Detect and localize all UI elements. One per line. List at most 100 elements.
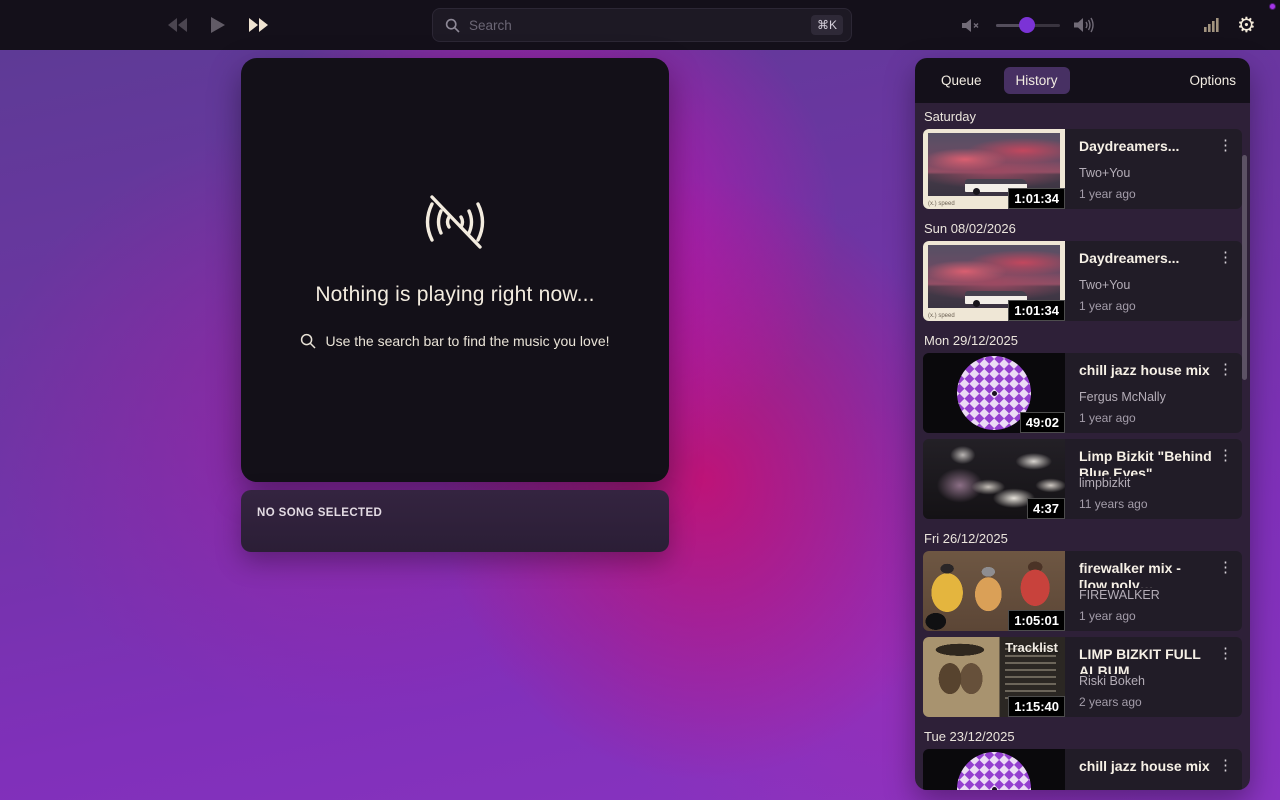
empty-state-title: Nothing is playing right now...: [315, 283, 594, 307]
empty-state-hint: Use the search bar to find the music you…: [300, 333, 609, 349]
play-icon: [211, 17, 225, 33]
rewind-icon: [168, 18, 187, 32]
tab-queue[interactable]: Queue: [929, 67, 994, 94]
history-item[interactable]: 4:37 Limp Bizkit "Behind Blue Eyes" limp…: [923, 439, 1242, 519]
group-items: 1:05:01 firewalker mix - [low poly atmos…: [923, 551, 1242, 717]
duration-badge: 49:02: [1020, 412, 1065, 433]
thumbnail-art: [957, 752, 1031, 790]
volume-controls: [962, 0, 1095, 50]
thumbnail-overlay-text: Tracklist: [1005, 640, 1058, 655]
mute-button[interactable]: [962, 18, 982, 33]
search-bar[interactable]: ⌘K: [432, 8, 852, 42]
search-icon: [445, 18, 460, 33]
fast-forward-icon: [249, 18, 268, 32]
item-age: 1 year ago: [1079, 411, 1212, 425]
item-artist: Two+You: [1079, 278, 1212, 292]
duration-badge: 1:15:40: [1008, 696, 1065, 717]
item-meta: Daydreamers... Two+You 1 year ago ⋮: [1065, 129, 1242, 209]
history-item[interactable]: 49:02 chill jazz house mix Fergus McNall…: [923, 353, 1242, 433]
item-meta: chill jazz house mix Fergus McNally 1 ye…: [1065, 353, 1242, 433]
top-bar: ⌘K ⚙: [0, 0, 1280, 50]
options-button[interactable]: Options: [1189, 73, 1236, 88]
settings-button[interactable]: ⚙: [1237, 15, 1256, 36]
item-age: 1 year ago: [1079, 187, 1212, 201]
equalizer-button[interactable]: [1204, 18, 1219, 32]
volume-slider[interactable]: [996, 17, 1060, 33]
search-input[interactable]: [469, 18, 811, 33]
thumbnail: 4:37: [923, 439, 1065, 519]
scrollbar-thumb[interactable]: [1242, 155, 1247, 380]
item-menu-button[interactable]: ⋮: [1218, 758, 1233, 773]
thumbnail-caption: (x.) speed: [928, 201, 955, 207]
play-button[interactable]: [211, 17, 225, 33]
group-items: 49:02 chill jazz house mix Fergus McNall…: [923, 353, 1242, 519]
item-menu-button[interactable]: ⋮: [1218, 646, 1233, 661]
item-title: chill jazz house mix: [1079, 758, 1212, 775]
thumbnail: [923, 749, 1065, 790]
item-title: Daydreamers...: [1079, 138, 1212, 155]
history-item[interactable]: Tracklist 1:15:40 LIMP BIZKIT FULL ALBUM…: [923, 637, 1242, 717]
history-item[interactable]: 1:05:01 firewalker mix - [low poly atmos…: [923, 551, 1242, 631]
now-playing-card: Nothing is playing right now... Use the …: [241, 58, 669, 482]
search-hint-icon: [300, 333, 316, 349]
next-button[interactable]: [249, 18, 268, 32]
date-header: Fri 26/12/2025: [923, 525, 1242, 551]
group-items: (x.) speed 1:01:34 Daydreamers... Two+Yo…: [923, 241, 1242, 321]
empty-state-hint-text: Use the search bar to find the music you…: [325, 333, 609, 349]
queue-history-panel: Queue History Options Saturday (x.) spee…: [915, 58, 1250, 790]
equalizer-bars-icon: [1204, 18, 1219, 32]
history-item[interactable]: (x.) speed 1:01:34 Daydreamers... Two+Yo…: [923, 129, 1242, 209]
search-shortcut-badge: ⌘K: [811, 15, 843, 35]
history-group: Saturday (x.) speed 1:01:34 Daydreamers.…: [923, 103, 1242, 209]
thumbnail: 49:02: [923, 353, 1065, 433]
volume-slider-thumb[interactable]: [1019, 17, 1035, 33]
no-audio-icon: [418, 191, 492, 253]
topbar-right-controls: ⚙: [1204, 0, 1256, 50]
thumbnail: 1:05:01: [923, 551, 1065, 631]
no-song-selected-bar: NO SONG SELECTED: [241, 490, 669, 552]
thumbnail: (x.) speed 1:01:34: [923, 129, 1065, 209]
volume-loud-icon: [1074, 17, 1095, 33]
date-header: Sun 08/02/2026: [923, 215, 1242, 241]
transport-controls: [168, 0, 268, 50]
item-title: firewalker mix - [low poly atmospheric d…: [1079, 560, 1212, 588]
date-header: Mon 29/12/2025: [923, 327, 1242, 353]
item-meta: LIMP BIZKIT FULL ALBUM Riski Bokeh 2 yea…: [1065, 637, 1242, 717]
history-group: Sun 08/02/2026 (x.) speed 1:01:34 Daydre…: [923, 215, 1242, 321]
tab-history[interactable]: History: [1004, 67, 1070, 94]
history-item[interactable]: chill jazz house mix Fergus McNally ⋮: [923, 749, 1242, 790]
item-title: Limp Bizkit "Behind Blue Eyes": [1079, 448, 1212, 476]
volume-max-button[interactable]: [1074, 17, 1095, 33]
duration-badge: 1:01:34: [1008, 300, 1065, 321]
item-title: LIMP BIZKIT FULL ALBUM: [1079, 646, 1212, 674]
thumbnail: (x.) speed 1:01:34: [923, 241, 1065, 321]
previous-button[interactable]: [168, 18, 187, 32]
notification-dot: [1269, 3, 1276, 10]
gear-icon: ⚙: [1237, 15, 1256, 36]
group-items: (x.) speed 1:01:34 Daydreamers... Two+Yo…: [923, 129, 1242, 209]
item-artist: Riski Bokeh: [1079, 674, 1212, 688]
item-artist: limpbizkit: [1079, 476, 1212, 490]
item-menu-button[interactable]: ⋮: [1218, 138, 1233, 153]
item-age: 1 year ago: [1079, 299, 1212, 313]
item-menu-button[interactable]: ⋮: [1218, 560, 1233, 575]
item-age: 11 years ago: [1079, 497, 1212, 511]
duration-badge: 4:37: [1027, 498, 1065, 519]
item-meta: Limp Bizkit "Behind Blue Eyes" limpbizki…: [1065, 439, 1242, 519]
duration-badge: 1:05:01: [1008, 610, 1065, 631]
item-title: Daydreamers...: [1079, 250, 1212, 267]
item-menu-button[interactable]: ⋮: [1218, 448, 1233, 463]
history-item[interactable]: (x.) speed 1:01:34 Daydreamers... Two+Yo…: [923, 241, 1242, 321]
item-artist: Fergus McNally: [1079, 390, 1212, 404]
item-age: 1 year ago: [1079, 609, 1212, 623]
thumbnail: Tracklist 1:15:40: [923, 637, 1065, 717]
item-menu-button[interactable]: ⋮: [1218, 250, 1233, 265]
panel-header: Queue History Options: [915, 58, 1250, 103]
history-groups: Saturday (x.) speed 1:01:34 Daydreamers.…: [923, 103, 1242, 790]
volume-mute-icon: [962, 18, 982, 33]
history-list: Saturday (x.) speed 1:01:34 Daydreamers.…: [915, 103, 1250, 790]
item-menu-button[interactable]: ⋮: [1218, 362, 1233, 377]
duration-badge: 1:01:34: [1008, 188, 1065, 209]
thumbnail-caption: (x.) speed: [928, 313, 955, 319]
history-group: Mon 29/12/2025 49:02 chill jazz house mi…: [923, 327, 1242, 519]
